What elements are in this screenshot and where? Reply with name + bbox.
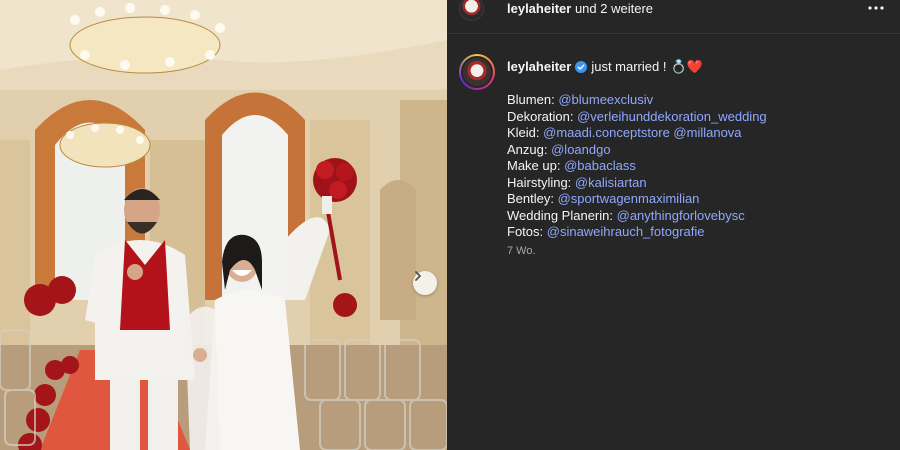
collaborators-text[interactable]: und 2 weitere bbox=[575, 1, 653, 16]
post-side-panel: leylaheiter und 2 weitere leylaheiter ju… bbox=[447, 0, 900, 450]
owner-avatar[interactable] bbox=[459, 0, 484, 21]
caption-avatar[interactable] bbox=[459, 54, 495, 90]
credit-label: Kleid: bbox=[507, 125, 540, 140]
post-owner-line: leylaheiter und 2 weitere bbox=[507, 0, 653, 17]
credit-label: Hairstyling: bbox=[507, 174, 572, 190]
credit-mention[interactable]: @verleihunddekoration_wedding bbox=[577, 109, 767, 124]
credit-mention[interactable]: @babaclass bbox=[564, 158, 636, 173]
owner-username[interactable]: leylaheiter bbox=[507, 1, 571, 16]
credit-mention[interactable]: @sportwagenmaximilian bbox=[558, 191, 700, 206]
credit-line: Kleid: @maadi.conceptstore @millanova bbox=[507, 125, 897, 142]
credit-mention[interactable]: @anythingforlovebysc bbox=[617, 208, 745, 223]
caption-credits: Blumen: @blumeexclusiv Dekoration: @verl… bbox=[507, 92, 897, 241]
post-header: leylaheiter und 2 weitere bbox=[447, 0, 900, 21]
chevron-right-icon bbox=[415, 271, 421, 281]
credit-line: Hairstyling: @kalisiartan bbox=[507, 175, 897, 192]
credit-label: Bentley: bbox=[507, 191, 554, 206]
next-slide-button[interactable] bbox=[413, 271, 437, 295]
credit-line: Make up: @babaclass bbox=[507, 158, 897, 175]
post-photo[interactable] bbox=[0, 0, 447, 450]
credit-label: Wedding Planerin: bbox=[507, 207, 613, 223]
more-horizontal-icon bbox=[868, 6, 884, 10]
credit-line: Wedding Planerin: @anythingforlovebysc bbox=[507, 208, 897, 225]
caption-header: leylaheiter just married ! 💍❤️ bbox=[507, 59, 703, 75]
header-divider bbox=[447, 33, 900, 34]
credit-line: Bentley: @sportwagenmaximilian bbox=[507, 191, 897, 208]
wedding-photo-illustration bbox=[0, 0, 447, 450]
caption-username[interactable]: leylaheiter bbox=[507, 59, 571, 75]
credit-mention[interactable]: @sinaweihrauch_fotografie bbox=[547, 224, 705, 239]
credit-label: Anzug: bbox=[507, 141, 548, 157]
credit-label: Fotos: bbox=[507, 224, 544, 239]
credit-mention[interactable]: @loandgo bbox=[551, 142, 610, 157]
credit-label: Dekoration: bbox=[507, 108, 574, 124]
caption-title: just married ! bbox=[591, 59, 667, 74]
credit-mention[interactable]: @blumeexclusiv bbox=[558, 92, 653, 107]
credit-label: Blumen: bbox=[507, 92, 555, 107]
credit-line: Dekoration: @verleihunddekoration_weddin… bbox=[507, 109, 897, 126]
credit-line: Anzug: @loandgo bbox=[507, 142, 897, 159]
caption-emoji: 💍❤️ bbox=[670, 59, 703, 74]
credit-line: Fotos: @sinaweihrauch_fotografie bbox=[507, 224, 897, 241]
more-options-button[interactable] bbox=[866, 0, 886, 18]
credit-line: Blumen: @blumeexclusiv bbox=[507, 92, 897, 109]
credit-label: Make up: bbox=[507, 158, 561, 173]
credit-mention[interactable]: @kalisiartan bbox=[575, 175, 647, 190]
verified-badge-icon bbox=[575, 61, 588, 73]
credit-mention[interactable]: @maadi.conceptstore @millanova bbox=[543, 125, 741, 140]
post-timestamp[interactable]: 7 Wo. bbox=[507, 245, 536, 257]
